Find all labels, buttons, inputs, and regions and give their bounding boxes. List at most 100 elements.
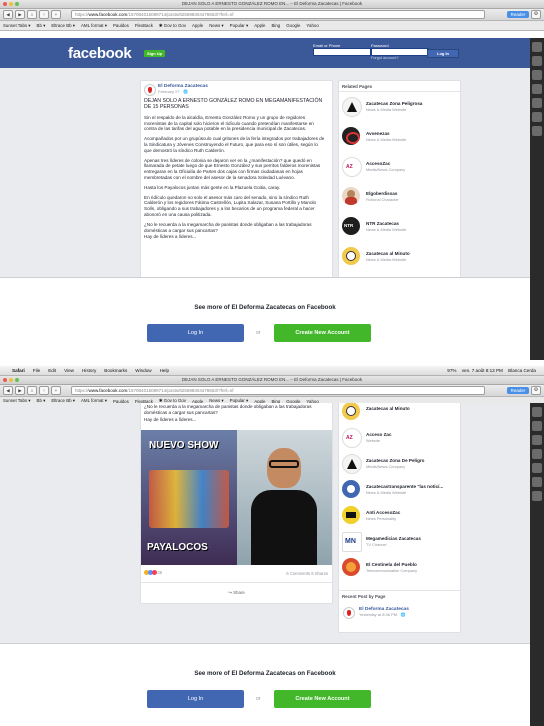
related-page-category: Media/News Company	[366, 464, 406, 469]
forgot-account-link[interactable]: Forgot account?	[371, 56, 398, 60]
dock-app-icon[interactable]	[532, 449, 542, 459]
minimize-window-icon[interactable]	[9, 378, 13, 382]
menu-bookmarks[interactable]: Bookmarks	[104, 368, 127, 373]
dock-app-icon[interactable]	[532, 435, 542, 445]
page-avatar[interactable]	[144, 84, 156, 96]
home-icon[interactable]: ⌂	[27, 386, 37, 395]
bookmark-item[interactable]: Apple	[192, 23, 203, 28]
forward-button[interactable]: ▶	[15, 386, 25, 395]
bookmark-item[interactable]: AML format ▾	[81, 23, 107, 29]
post-photo[interactable]: NUEVO SHOW PAYALOCOS	[141, 430, 332, 565]
url-scheme: https://	[75, 388, 89, 393]
menu-help[interactable]: Help	[160, 368, 169, 373]
home-icon[interactable]: ⌂	[27, 10, 37, 19]
zoom-window-icon[interactable]	[15, 378, 19, 382]
mn-logo-icon: MN	[342, 532, 362, 552]
dock-app-icon[interactable]	[532, 56, 542, 66]
dock-app-icon[interactable]	[532, 491, 542, 501]
related-pages-panel: Zacatecas al Minuto AZ Acceso Zac Websit…	[338, 403, 461, 633]
share-button[interactable]: Share	[233, 590, 245, 595]
email-field[interactable]	[313, 48, 371, 56]
post-paragraph: Sin el respaldo de la alcaldía, Ernesto …	[144, 114, 314, 132]
battery-percent[interactable]: 97%	[447, 368, 456, 373]
window-title: DEJAN SOLO A ERNESTO GONZÁLEZ ROMO EN...…	[181, 1, 363, 6]
menu-view[interactable]: View	[64, 368, 74, 373]
bookmark-item[interactable]: Bing	[271, 23, 280, 28]
clock-text[interactable]: ven. 7 août 8:13 PM	[462, 368, 503, 373]
reader-button[interactable]: Reader	[507, 387, 529, 394]
or-separator: or	[256, 696, 261, 702]
create-account-button[interactable]: Create New Account	[274, 690, 371, 708]
bookmark-item[interactable]: ✱ Gov to Gov	[159, 23, 186, 29]
create-account-button[interactable]: Create New Account	[274, 324, 371, 342]
related-page-category: Fictional Character	[366, 197, 399, 202]
portrait-face	[267, 448, 301, 488]
status-menus: 97% ven. 7 août 8:13 PM Blanca Cerda	[447, 366, 540, 375]
menu-history[interactable]: History	[82, 368, 96, 373]
bookmark-item[interactable]: Popular ▾	[230, 23, 249, 29]
close-window-icon[interactable]	[3, 2, 7, 6]
related-page-category: News & Media Website	[366, 257, 407, 262]
related-page-name: Anti AccesoZac	[366, 510, 401, 515]
dock-app-icon[interactable]	[532, 84, 542, 94]
bookmark-item[interactable]: Apple	[254, 23, 265, 28]
address-field[interactable]: https://www.facebook.com/157084015089714…	[71, 386, 485, 395]
related-pages-title: Related Pages	[339, 81, 460, 92]
back-button[interactable]: ◀	[3, 386, 13, 395]
menu-file[interactable]: File	[33, 368, 40, 373]
post-paragraph: Hay de líderes a líderes...	[144, 234, 197, 240]
sign-up-button[interactable]: Sign Up	[144, 50, 166, 57]
share-icon[interactable]: ↑	[39, 386, 49, 395]
add-tab-button[interactable]: +	[51, 386, 61, 395]
dock-app-icon[interactable]	[532, 70, 542, 80]
bookmark-item[interactable]: Bb ▾	[37, 23, 46, 29]
recent-post-title: Recent Post by Page	[342, 594, 386, 599]
dock-app-icon[interactable]	[532, 463, 542, 473]
log-in-button[interactable]: Log In	[147, 690, 244, 708]
back-button[interactable]: ◀	[3, 10, 13, 19]
user-name[interactable]: Blanca Cerda	[508, 368, 536, 373]
bookmark-item[interactable]: Eltrace Bb ▾	[51, 23, 75, 29]
minimize-window-icon[interactable]	[9, 2, 13, 6]
menu-window[interactable]: Window	[135, 368, 151, 373]
post-paragraph: Acompañados por un grupúsculo cual grito…	[144, 136, 325, 153]
recent-post-section: Recent Post by Page El Deforma Zacatecas…	[339, 590, 460, 619]
address-field[interactable]: https://www.facebook.com/157084015089714…	[71, 10, 485, 19]
add-tab-button[interactable]: +	[51, 10, 61, 19]
accesozac-logo-icon: AZ	[342, 157, 362, 177]
reactions-summary[interactable]: 36	[144, 570, 162, 576]
dock-app-icon[interactable]	[532, 98, 542, 108]
menu-app-name[interactable]: Safari	[12, 368, 25, 373]
dock-app-icon[interactable]	[532, 421, 542, 431]
forward-button[interactable]: ▶	[15, 10, 25, 19]
menu-edit[interactable]: Edit	[48, 368, 56, 373]
bookmark-item[interactable]: Sunset Tabs ▾	[3, 23, 31, 29]
recent-post-time[interactable]: Yesterday at 8:36 PM · 🌐	[359, 612, 409, 617]
dock-app-icon[interactable]	[532, 42, 542, 52]
comments-shares-count[interactable]: 6 Comments 6 Shares	[286, 571, 328, 576]
recent-page-avatar[interactable]	[343, 607, 355, 619]
bookmark-item[interactable]: FlexBack	[135, 23, 153, 28]
dock-app-icon[interactable]	[532, 477, 542, 487]
gear-icon[interactable]: ⚙	[531, 386, 541, 395]
bookmark-item[interactable]: Yahoo	[306, 23, 318, 28]
dock-app-icon[interactable]	[532, 126, 542, 136]
header-login-button[interactable]: Log In	[427, 49, 459, 58]
bookmark-item[interactable]: Pauldos	[113, 23, 129, 28]
bookmark-item[interactable]: News ▾	[209, 23, 223, 29]
zoom-window-icon[interactable]	[15, 2, 19, 6]
facebook-logo[interactable]: facebook	[68, 45, 132, 62]
bookmark-item[interactable]: Google	[286, 23, 300, 28]
share-icon[interactable]: ↑	[39, 10, 49, 19]
dock-app-icon[interactable]	[532, 407, 542, 417]
toolbar: ◀ ▶ ⌂ ↑ + https://www.facebook.com/15708…	[0, 385, 544, 397]
related-page-name: Acceso Zac	[366, 432, 392, 437]
reader-button[interactable]: Reader	[507, 11, 529, 18]
post-timestamp[interactable]: February 27 · 🌐	[158, 89, 208, 94]
dock-app-icon[interactable]	[532, 112, 542, 122]
centinela-logo-icon	[342, 558, 360, 576]
close-window-icon[interactable]	[3, 378, 7, 382]
log-in-button[interactable]: Log In	[147, 324, 244, 342]
password-field[interactable]	[371, 48, 429, 56]
gear-icon[interactable]: ⚙	[531, 10, 541, 19]
